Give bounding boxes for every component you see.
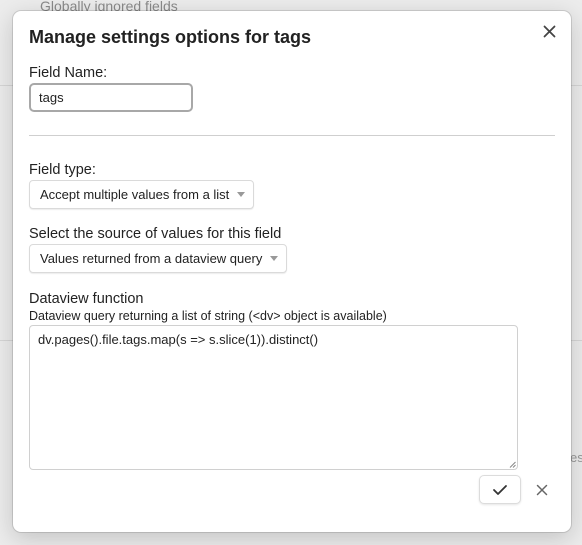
- cancel-button[interactable]: [531, 479, 553, 501]
- resize-handle-icon[interactable]: [509, 461, 516, 468]
- source-select[interactable]: Values returned from a dataview query: [29, 244, 288, 273]
- check-icon: [493, 484, 507, 495]
- close-icon: [536, 484, 548, 496]
- field-type-select-value: Accept multiple values from a list: [40, 187, 230, 202]
- settings-modal: Manage settings options for tags Field N…: [13, 11, 571, 532]
- close-icon: [543, 25, 555, 37]
- background-text: es: [570, 450, 582, 465]
- source-select-value: Values returned from a dataview query: [40, 251, 263, 266]
- section-divider: [29, 135, 555, 136]
- chevron-down-icon: [270, 256, 279, 261]
- close-button[interactable]: [537, 19, 561, 43]
- field-name-input[interactable]: [29, 83, 193, 112]
- dataview-function-help: Dataview query returning a list of strin…: [29, 309, 387, 323]
- modal-title: Manage settings options for tags: [29, 27, 312, 47]
- dataview-query-textarea[interactable]: dv.pages().file.tags.map(s => s.slice(1)…: [29, 325, 518, 470]
- confirm-button[interactable]: [479, 475, 521, 504]
- source-label: Select the source of values for this fie…: [29, 226, 282, 242]
- dataview-function-label: Dataview function: [29, 291, 144, 307]
- field-type-select[interactable]: Accept multiple values from a list: [29, 180, 255, 209]
- field-type-label: Field type:: [29, 162, 96, 178]
- field-name-label: Field Name:: [29, 65, 108, 81]
- chevron-down-icon: [237, 192, 246, 197]
